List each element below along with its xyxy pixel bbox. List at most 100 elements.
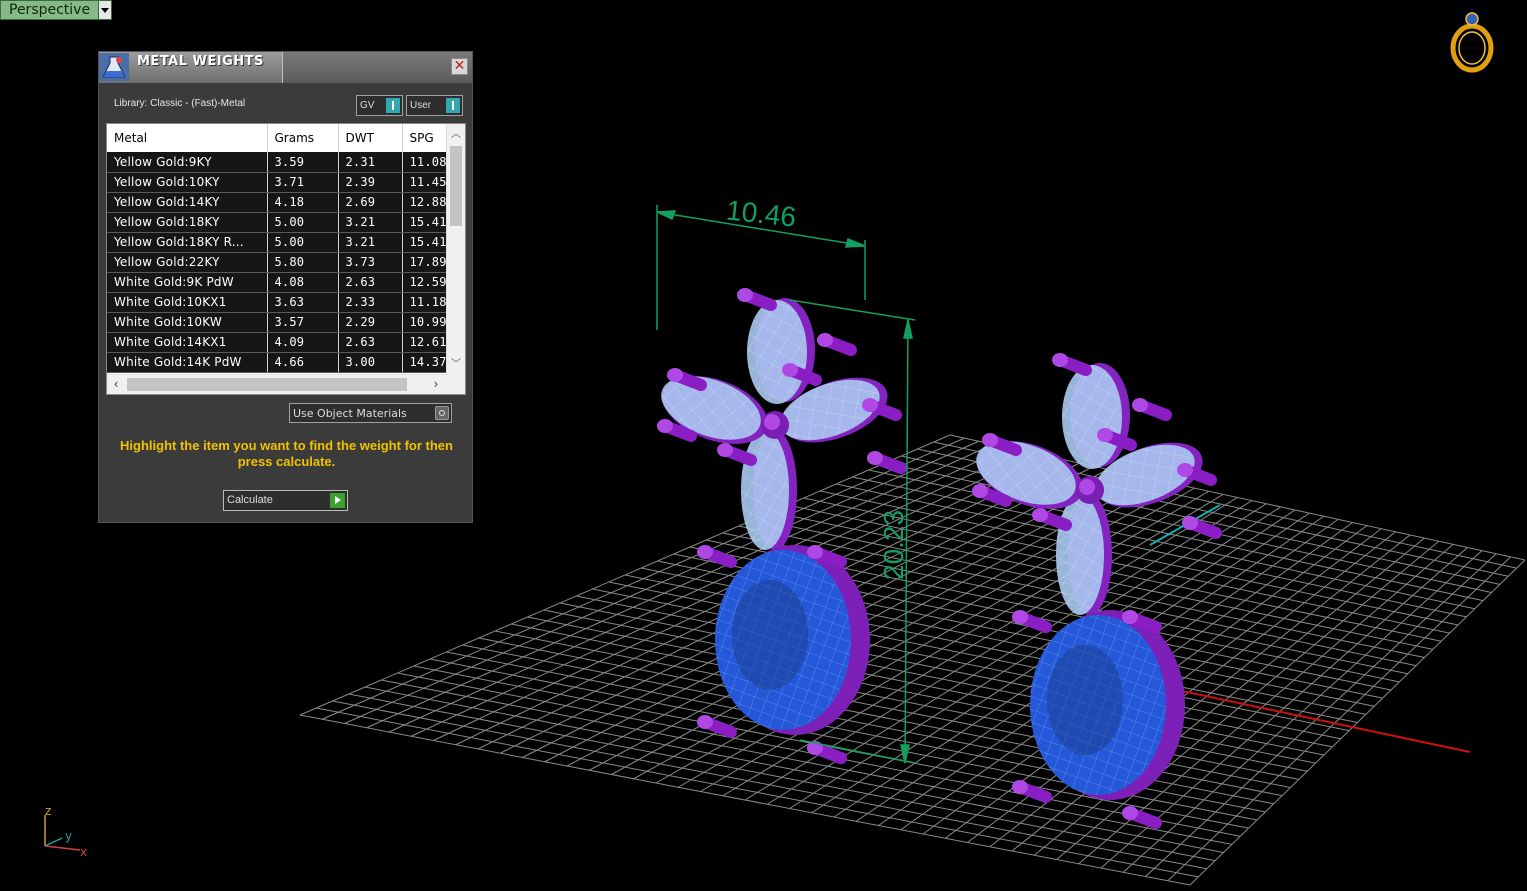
scroll-right-icon[interactable]: › xyxy=(427,375,445,394)
table-row[interactable]: White Gold:14KX1 4.09 2.63 12.61 xyxy=(107,332,450,353)
metal-name: Yellow Gold:22KY xyxy=(107,252,268,273)
library-label: Library: Classic - (Fast)-Metal xyxy=(114,98,246,109)
table-row[interactable]: Yellow Gold:14KY 4.18 2.69 12.88 xyxy=(107,192,450,213)
metal-weights-panel: METAL WEIGHTS ✕ Library: Classic - (Fast… xyxy=(98,51,473,523)
instruction-text: Highlight the item you want to find the … xyxy=(120,438,453,469)
spg-cell: 14.37 xyxy=(402,352,450,373)
gv-toggle[interactable]: GV xyxy=(356,95,403,116)
scroll-corner xyxy=(447,374,465,394)
user-toggle-label: User xyxy=(410,100,432,111)
metal-table[interactable]: Metal Grams DWT SPG Yellow Gold:9KY 3.59 2… xyxy=(106,123,466,395)
table-row[interactable]: Yellow Gold:18KY R... 5.00 3.21 15.41 xyxy=(107,232,450,253)
toggle-knob-icon xyxy=(386,98,400,113)
metal-name: White Gold:14KX1 xyxy=(107,332,268,353)
earring-left[interactable] xyxy=(653,288,901,758)
grams-cell: 5.00 xyxy=(267,232,339,253)
metal-name: Yellow Gold:10KY xyxy=(107,172,268,193)
dwt-cell: 2.63 xyxy=(338,272,403,293)
svg-text:z: z xyxy=(45,804,51,818)
vertical-scrollbar[interactable]: ︿ ﹀ xyxy=(446,124,465,376)
table-row[interactable]: White Gold:10KW 3.57 2.29 10.99 xyxy=(107,312,450,333)
spg-cell: 12.59 xyxy=(402,272,450,293)
horizontal-scroll-thumb[interactable] xyxy=(127,378,407,391)
viewport-tab[interactable]: Perspective xyxy=(0,0,113,20)
spg-cell: 15.41 xyxy=(402,212,450,233)
panel-title: METAL WEIGHTS xyxy=(137,54,264,69)
column-header-grams[interactable]: Grams xyxy=(267,124,339,152)
calculate-button[interactable]: Calculate xyxy=(223,490,348,511)
flask-logo-icon xyxy=(99,53,129,81)
panel-title-bar[interactable]: METAL WEIGHTS ✕ xyxy=(99,52,472,83)
scroll-up-icon[interactable]: ︿ xyxy=(447,126,465,144)
grams-cell: 5.80 xyxy=(267,252,339,273)
grams-cell: 4.18 xyxy=(267,192,339,213)
metal-name: Yellow Gold:9KY xyxy=(107,152,268,173)
spg-cell: 12.61 xyxy=(402,332,450,353)
column-header-metal[interactable]: Metal xyxy=(107,124,268,152)
table-row[interactable]: White Gold:9K PdW 4.08 2.63 12.59 xyxy=(107,272,450,293)
table-row[interactable]: White Gold:14K PdW 4.66 3.00 14.37 xyxy=(107,352,450,373)
svg-text:x: x xyxy=(80,845,87,859)
calculate-label: Calculate xyxy=(227,494,273,506)
dwt-cell: 2.33 xyxy=(338,292,403,313)
ring-logo-icon xyxy=(1450,12,1494,73)
dwt-cell: 3.21 xyxy=(338,232,403,253)
dwt-cell: 2.39 xyxy=(338,172,403,193)
dwt-cell: 3.21 xyxy=(338,212,403,233)
ground-grid xyxy=(299,434,1526,886)
play-icon xyxy=(330,493,345,508)
vertical-scroll-thumb[interactable] xyxy=(450,146,462,226)
dwt-cell: 2.63 xyxy=(338,332,403,353)
grams-cell: 4.09 xyxy=(267,332,339,353)
dwt-cell: 2.31 xyxy=(338,152,403,173)
spg-cell: 12.88 xyxy=(402,192,450,213)
table-row[interactable]: Yellow Gold:22KY 5.80 3.73 17.89 xyxy=(107,252,450,273)
svg-text:y: y xyxy=(65,829,72,843)
use-object-materials-toggle[interactable]: Use Object Materials xyxy=(289,403,452,423)
use-object-materials-label: Use Object Materials xyxy=(293,407,407,420)
close-button[interactable]: ✕ xyxy=(451,58,468,75)
spg-cell: 11.18 xyxy=(402,292,450,313)
table-row[interactable]: Yellow Gold:18KY 5.00 3.21 15.41 xyxy=(107,212,450,233)
table-row[interactable]: Yellow Gold:9KY 3.59 2.31 11.08 xyxy=(107,152,450,173)
spg-cell: 15.41 xyxy=(402,232,450,253)
metal-name: White Gold:14K PdW xyxy=(107,352,268,373)
grams-cell: 3.57 xyxy=(267,312,339,333)
width-dimension-label: 10.46 xyxy=(725,195,798,233)
metal-name: White Gold:9K PdW xyxy=(107,272,268,293)
horizontal-scrollbar[interactable]: ‹ › xyxy=(107,374,449,394)
spg-cell: 10.99 xyxy=(402,312,450,333)
dwt-cell: 2.29 xyxy=(338,312,403,333)
dwt-cell: 3.73 xyxy=(338,252,403,273)
spg-cell: 17.89 xyxy=(402,252,450,273)
scroll-down-icon[interactable]: ﹀ xyxy=(447,356,465,374)
table-row[interactable]: White Gold:10KX1 3.63 2.33 11.18 xyxy=(107,292,450,313)
dwt-cell: 2.69 xyxy=(338,192,403,213)
viewport-tab-label: Perspective xyxy=(9,2,91,18)
toggle-knob-icon xyxy=(446,98,460,113)
grams-cell: 3.71 xyxy=(267,172,339,193)
dwt-cell: 3.00 xyxy=(338,352,403,373)
scroll-left-icon[interactable]: ‹ xyxy=(107,375,125,394)
chevron-down-icon[interactable] xyxy=(98,1,112,19)
grams-cell: 4.08 xyxy=(267,272,339,293)
height-dimension-label: 20.23 xyxy=(878,510,909,580)
grams-cell: 4.66 xyxy=(267,352,339,373)
metal-name: Yellow Gold:18KY R... xyxy=(107,232,268,253)
user-toggle[interactable]: User xyxy=(406,95,463,116)
panel-tab: METAL WEIGHTS xyxy=(99,52,283,83)
metal-name: White Gold:10KW xyxy=(107,312,268,333)
checkbox-icon[interactable] xyxy=(435,406,449,420)
spg-cell: 11.08 xyxy=(402,152,450,173)
gv-toggle-label: GV xyxy=(360,100,375,111)
axis-gizmo: z y x xyxy=(44,804,87,859)
grams-cell: 3.63 xyxy=(267,292,339,313)
metal-name: Yellow Gold:18KY xyxy=(107,212,268,233)
grams-cell: 5.00 xyxy=(267,212,339,233)
table-row[interactable]: Yellow Gold:10KY 3.71 2.39 11.45 xyxy=(107,172,450,193)
column-header-dwt[interactable]: DWT xyxy=(338,124,403,152)
column-header-spg[interactable]: SPG xyxy=(402,124,450,152)
spg-cell: 11.45 xyxy=(402,172,450,193)
metal-name: White Gold:10KX1 xyxy=(107,292,268,313)
grams-cell: 3.59 xyxy=(267,152,339,173)
